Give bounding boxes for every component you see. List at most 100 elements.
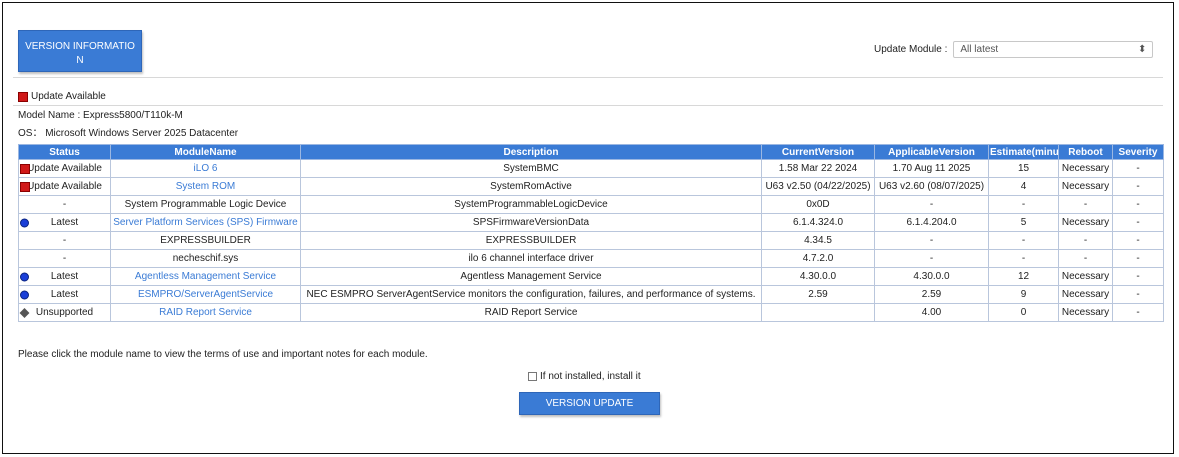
table-row: Update Available System ROM SystemRomActiv… <box>18 177 1164 196</box>
module-link[interactable]: ESMPRO/ServerAgentService <box>138 289 273 300</box>
description-cell: RAID Report Service <box>300 303 762 322</box>
table-row: Unsupported RAID Report Service RAID Repor… <box>18 303 1164 322</box>
module-link[interactable]: RAID Report Service <box>159 307 252 318</box>
description-cell: SPSFirmwareVersionData <box>300 213 762 232</box>
column-header: Description <box>300 144 762 160</box>
reboot-cell: - <box>1058 195 1113 214</box>
module-link[interactable]: Agentless Management Service <box>135 271 276 282</box>
estimate-cell: 5 <box>988 213 1059 232</box>
legend: Update Available <box>18 91 106 102</box>
reboot-cell: Necessary <box>1058 285 1113 304</box>
status-text: Latest <box>50 289 79 300</box>
applicable-cell: 1.70 Aug 11 2025 <box>874 159 989 178</box>
current-cell: U63 v2.50 (04/22/2025) <box>761 177 875 196</box>
legend-label: Update Available <box>31 91 106 102</box>
current-cell: 6.1.4.324.0 <box>761 213 875 232</box>
current-cell <box>761 303 875 322</box>
current-cell: 0x0D <box>761 195 875 214</box>
install-checkbox[interactable] <box>528 372 537 381</box>
reboot-cell: - <box>1058 231 1113 250</box>
current-cell: 4.34.5 <box>761 231 875 250</box>
current-cell: 2.59 <box>761 285 875 304</box>
severity-cell: - <box>1112 249 1164 268</box>
version-update-button[interactable]: VERSION UPDATE <box>519 392 660 415</box>
description-cell: SystemProgrammableLogicDevice <box>300 195 762 214</box>
status-text: Latest <box>50 217 79 228</box>
install-option: If not installed, install it <box>528 371 641 382</box>
applicable-cell: - <box>874 249 989 268</box>
version-information-button[interactable]: VERSION INFORMATIO N <box>18 30 142 72</box>
module-name-cell: Agentless Management Service <box>110 267 301 286</box>
current-cell: 1.58 Mar 22 2024 <box>761 159 875 178</box>
status-text: Update Available <box>27 181 102 192</box>
severity-cell: - <box>1112 303 1164 322</box>
column-header: Status <box>18 144 111 160</box>
severity-cell: - <box>1112 213 1164 232</box>
column-header: ApplicableVersion <box>874 144 989 160</box>
module-link[interactable]: System ROM <box>176 181 235 192</box>
update-module-value: All latest <box>960 43 999 55</box>
status-cell: Latest <box>18 285 111 304</box>
reboot-cell: - <box>1058 249 1113 268</box>
severity-cell: - <box>1112 231 1164 250</box>
severity-cell: - <box>1112 177 1164 196</box>
column-header: Estimate(minute) <box>988 144 1059 160</box>
applicable-cell: 4.30.0.0 <box>874 267 989 286</box>
update-available-icon <box>18 91 28 102</box>
module-name: System Programmable Logic Device <box>124 199 287 210</box>
description-cell: EXPRESSBUILDER <box>300 231 762 250</box>
estimate-cell: 0 <box>988 303 1059 322</box>
column-header: ModuleName <box>110 144 301 160</box>
table-row: Latest Server Platform Services (SPS) Fir… <box>18 213 1164 232</box>
description-cell: SystemBMC <box>300 159 762 178</box>
status-text: - <box>62 235 67 246</box>
module-name-cell: RAID Report Service <box>110 303 301 322</box>
description-cell: SystemRomActive <box>300 177 762 196</box>
status-text: Latest <box>50 271 79 282</box>
reboot-cell: Necessary <box>1058 213 1113 232</box>
install-checkbox-label[interactable]: If not installed, install it <box>540 371 641 382</box>
status-cell: - <box>18 249 111 268</box>
status-cell: Latest <box>18 267 111 286</box>
reboot-cell: Necessary <box>1058 177 1113 196</box>
status-cell: Update Available <box>18 177 111 196</box>
current-cell: 4.7.2.0 <box>761 249 875 268</box>
latest-icon <box>20 290 29 299</box>
applicable-cell: - <box>874 195 989 214</box>
table-row: - System Programmable Logic Device SystemP… <box>18 195 1164 214</box>
status-cell: Update Available <box>18 159 111 178</box>
module-name-cell: EXPRESSBUILDER <box>110 231 301 250</box>
divider <box>13 77 1163 78</box>
select-arrows-icon: ⬍ <box>1138 43 1147 55</box>
reboot-cell: Necessary <box>1058 159 1113 178</box>
os-name: OS： Microsoft Windows Server 2025 Datace… <box>18 128 239 139</box>
current-cell: 4.30.0.0 <box>761 267 875 286</box>
table-header-row: Status ModuleName Description CurrentVersio… <box>18 144 1164 160</box>
module-table: Status ModuleName Description CurrentVersio… <box>18 144 1164 322</box>
module-name-cell: iLO 6 <box>110 159 301 178</box>
update-module-select[interactable]: All latest ⬍ <box>953 40 1154 58</box>
status-cell: - <box>18 231 111 250</box>
estimate-cell: - <box>988 249 1059 268</box>
column-header: Severity <box>1112 144 1164 160</box>
severity-cell: - <box>1112 195 1164 214</box>
module-link[interactable]: Server Platform Services (SPS) Firmware <box>113 217 297 228</box>
module-name: EXPRESSBUILDER <box>160 235 251 246</box>
status-cell: Unsupported <box>18 303 111 322</box>
module-name-cell: Server Platform Services (SPS) Firmware <box>110 213 301 232</box>
module-link[interactable]: iLO 6 <box>194 163 218 174</box>
module-name: necheschif.sys <box>172 253 239 264</box>
module-name-cell: System Programmable Logic Device <box>110 195 301 214</box>
status-text: - <box>62 199 67 210</box>
severity-cell: - <box>1112 159 1164 178</box>
status-cell: Latest <box>18 213 111 232</box>
applicable-cell: 6.1.4.204.0 <box>874 213 989 232</box>
applicable-cell: - <box>874 231 989 250</box>
update-module-label: Update Module : <box>874 43 948 55</box>
status-text: Update Available <box>27 163 102 174</box>
latest-icon <box>20 272 29 281</box>
module-name-cell: ESMPRO/ServerAgentService <box>110 285 301 304</box>
status-cell: - <box>18 195 111 214</box>
estimate-cell: - <box>988 231 1059 250</box>
reboot-cell: Necessary <box>1058 267 1113 286</box>
